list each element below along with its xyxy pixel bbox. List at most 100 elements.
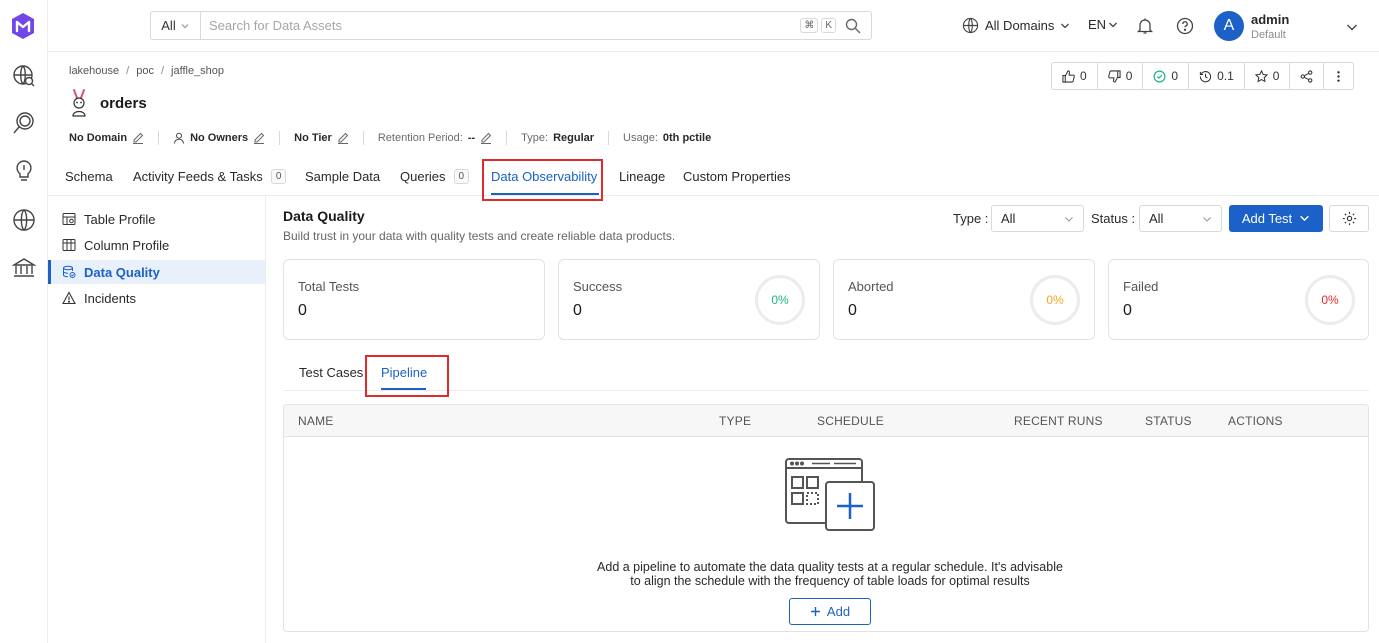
history-icon: [1199, 70, 1212, 82]
domain-selector[interactable]: All Domains: [962, 17, 1070, 34]
notification-bell-icon[interactable]: [1136, 17, 1154, 35]
search-input[interactable]: [201, 18, 801, 33]
upvote-count: 0: [1080, 69, 1087, 83]
success-card: Success 0 0%: [558, 259, 820, 340]
card-value: 0: [298, 302, 307, 319]
tab-sample-data[interactable]: Sample Data: [305, 169, 380, 184]
version-history-button[interactable]: 0.1: [1188, 62, 1245, 90]
subnav-data-quality[interactable]: Data Quality: [48, 260, 265, 284]
breadcrumb-service[interactable]: lakehouse: [69, 65, 119, 77]
edit-owners-icon[interactable]: [253, 132, 265, 144]
card-label: Failed: [1123, 279, 1159, 294]
owners-value: No Owners: [190, 132, 249, 144]
governance-icon[interactable]: [10, 254, 38, 282]
upvote-button[interactable]: 0: [1051, 62, 1098, 90]
column-header-recent-runs: RECENT RUNS: [1014, 414, 1103, 428]
language-label: EN: [1088, 17, 1107, 32]
user-menu-chevron-icon[interactable]: [1345, 20, 1359, 34]
card-label: Success: [573, 279, 623, 294]
total-tests-card: Total Tests 0: [283, 259, 545, 340]
user-name[interactable]: admin: [1251, 12, 1289, 27]
tier-meta: No Tier: [294, 132, 349, 144]
downvote-button[interactable]: 0: [1096, 62, 1144, 90]
breadcrumb-separator: /: [126, 65, 130, 77]
tab-label: Queries: [400, 169, 446, 184]
breadcrumb-database[interactable]: poc: [136, 65, 154, 77]
left-nav-rail: [0, 0, 48, 643]
subnav-label: Column Profile: [84, 237, 170, 253]
entity-actions: 0 0 0 0.1 0: [1051, 62, 1355, 90]
explore-icon[interactable]: [10, 62, 38, 90]
chevron-down-icon: [1300, 215, 1310, 222]
domain-meta: No Domain: [69, 132, 144, 144]
card-label: Total Tests: [298, 279, 360, 294]
tab-custom-properties[interactable]: Custom Properties: [683, 169, 791, 184]
search-filter-select[interactable]: All: [151, 12, 201, 39]
breadcrumb-separator: /: [160, 65, 165, 77]
tab-activity-feeds[interactable]: Activity Feeds & Tasks 0: [133, 169, 287, 184]
add-test-button[interactable]: Add Test: [1229, 205, 1323, 232]
card-value: 0: [573, 302, 582, 319]
data-quality-icon: [63, 265, 76, 278]
empty-state-line: Add a pipeline to automate the data qual…: [597, 560, 1063, 574]
card-value: 0: [848, 302, 857, 319]
column-header-actions: ACTIONS: [1228, 414, 1283, 428]
entity-tabs: Schema Activity Feeds & Tasks 0 Sample Da…: [48, 160, 1379, 196]
follow-button[interactable]: 0: [1142, 62, 1190, 90]
share-button[interactable]: [1289, 62, 1325, 90]
global-search: All ⌘ K: [150, 11, 872, 40]
language-selector[interactable]: EN: [1088, 17, 1118, 32]
user-avatar[interactable]: A: [1214, 11, 1244, 41]
column-header-status: STATUS: [1145, 414, 1192, 428]
share-icon: [1301, 69, 1313, 83]
failed-progress-ring: 0%: [1305, 275, 1355, 325]
add-test-label: Add Test: [1241, 211, 1293, 226]
search-icon[interactable]: [845, 17, 863, 35]
profiler-subnav: Table Profile Column Profile Data Qualit…: [48, 196, 266, 643]
subnav-column-profile[interactable]: Column Profile: [48, 233, 265, 257]
data-insights-icon[interactable]: [10, 109, 38, 137]
retention-label: Retention Period:: [377, 132, 463, 144]
success-progress-ring: 0%: [755, 275, 805, 325]
table-entity-icon: [68, 89, 90, 117]
star-button[interactable]: 0: [1243, 62, 1291, 90]
type-filter-select[interactable]: All: [991, 205, 1084, 232]
tab-queries[interactable]: Queries 0: [400, 169, 470, 184]
type-filter-text: Type: [953, 211, 982, 226]
observability-icon[interactable]: [10, 157, 38, 185]
label-colon: :: [981, 211, 989, 226]
more-vertical-icon: [1337, 70, 1341, 82]
tier-value: No Tier: [294, 132, 332, 144]
edit-tier-icon[interactable]: [337, 132, 349, 144]
tab-label: Schema: [65, 169, 113, 184]
type-filter-value: All: [1001, 211, 1016, 226]
chevron-down-icon: [1109, 22, 1118, 27]
subtab-test-cases[interactable]: Test Cases: [299, 365, 363, 380]
help-icon[interactable]: [1176, 17, 1194, 35]
edit-domain-icon[interactable]: [132, 132, 144, 144]
app-logo-icon[interactable]: [10, 12, 36, 40]
breadcrumb-schema[interactable]: jaffle_shop: [171, 65, 224, 77]
domain-selector-label: All Domains: [985, 18, 1055, 33]
gear-icon: [1342, 211, 1356, 226]
more-options-button[interactable]: [1323, 62, 1355, 90]
domains-icon[interactable]: [10, 206, 38, 234]
column-header-type: TYPE: [719, 414, 752, 428]
tab-label: Custom Properties: [683, 169, 791, 184]
subnav-incidents[interactable]: Incidents: [48, 286, 265, 310]
tab-schema[interactable]: Schema: [65, 169, 113, 184]
subnav-label: Incidents: [84, 290, 137, 306]
top-bar: All ⌘ K All Domains EN A admin Default: [48, 0, 1379, 52]
subnav-label: Data Quality: [84, 264, 160, 280]
type-filter-label: Type :: [953, 211, 988, 226]
edit-retention-icon[interactable]: [480, 132, 492, 144]
usage-meta: Usage: 0th pctile: [623, 132, 711, 144]
tab-lineage[interactable]: Lineage: [619, 169, 665, 184]
settings-button[interactable]: [1329, 205, 1369, 232]
add-pipeline-button[interactable]: Add: [789, 598, 871, 625]
status-filter-select[interactable]: All: [1139, 205, 1222, 232]
subnav-table-profile[interactable]: Table Profile: [48, 207, 265, 231]
domain-value: No Domain: [69, 132, 128, 144]
tab-label: Lineage: [619, 169, 666, 184]
status-filter-text: Status: [1091, 211, 1128, 226]
